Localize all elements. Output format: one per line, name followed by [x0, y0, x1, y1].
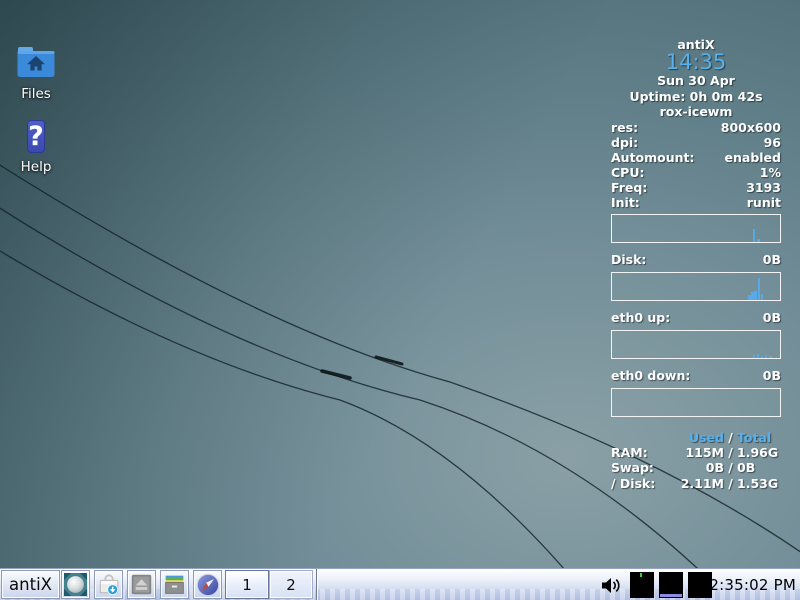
conky-info-row: dpi:96: [611, 135, 781, 150]
conky-info-row: CPU:1%: [611, 165, 781, 180]
conky-info-row: res:800x600: [611, 120, 781, 135]
package-bag-download-icon: [97, 573, 121, 597]
conky-info-row: Freq:3193: [611, 180, 781, 195]
folder-home-icon: [17, 46, 55, 82]
conky-info-row: Automount:enabled: [611, 150, 781, 165]
conky-date: Sun 30 Apr: [611, 73, 781, 89]
conky-usage-row: / Disk: 2.11M/1.53G: [611, 476, 781, 492]
desktop-icon-label: Files: [10, 86, 62, 102]
conky-session: rox-icewm: [611, 104, 781, 120]
cpu-monitor[interactable]: [630, 572, 654, 598]
conky-usage-header: Used/Total: [611, 430, 781, 445]
cpu-activity-tick: [640, 573, 642, 577]
launcher-unmount-button[interactable]: [128, 571, 155, 598]
conky-info-row: eth0 up:0B: [611, 310, 781, 325]
net-monitor[interactable]: [659, 572, 683, 598]
desktop-globe-icon: [64, 573, 87, 596]
speaker-icon: [601, 577, 623, 594]
start-menu-button[interactable]: antiX: [2, 571, 59, 598]
launcher-package-installer-button[interactable]: [95, 571, 122, 598]
desktop-icon-label: Help: [10, 159, 62, 175]
eth0-up-graph: [611, 330, 781, 359]
taskbar-clock: 02:35:02 PM: [700, 576, 796, 594]
taskbar: antiX: [0, 568, 800, 600]
conky-usage-row: Swap: 0B/0B: [611, 460, 781, 476]
file-drawer-icon: [163, 573, 186, 596]
conky-system-monitor: antiX 14:35 Sun 30 Apr Uptime: 0h 0m 42s…: [611, 38, 781, 491]
workspace-button-2[interactable]: 2: [270, 571, 312, 598]
net-activity-bar: [660, 594, 682, 597]
eth0-down-graph: [611, 388, 781, 417]
conky-uptime: Uptime: 0h 0m 42s: [611, 89, 781, 105]
conky-usage-row: RAM: 115M/1.96G: [611, 445, 781, 461]
compass-browser-icon: [196, 573, 220, 597]
workspace-button-1[interactable]: 1: [226, 571, 268, 598]
launcher-desktop-button[interactable]: [62, 571, 89, 598]
conky-clock: 14:35: [611, 52, 781, 73]
cpu-graph: [611, 214, 781, 243]
launcher-browser-button[interactable]: [194, 571, 221, 598]
desktop: Files ? Help antiX 14:35 Sun 30 Apr Upti…: [0, 0, 800, 600]
eject-icon: [130, 573, 153, 596]
desktop-icon-files[interactable]: Files: [10, 46, 62, 102]
taskbar-separator: [316, 569, 317, 600]
conky-info-row: Init:runit: [611, 195, 781, 210]
question-mark-icon: ?: [27, 119, 45, 155]
conky-info-row: eth0 down:0B: [611, 368, 781, 383]
disk-graph: [611, 272, 781, 301]
wire-splice: [322, 371, 350, 378]
volume-button[interactable]: [601, 577, 623, 598]
desktop-icon-help[interactable]: ? Help: [10, 119, 62, 175]
conky-info-row: Disk:0B: [611, 252, 781, 267]
launcher-file-manager-button[interactable]: [161, 571, 188, 598]
